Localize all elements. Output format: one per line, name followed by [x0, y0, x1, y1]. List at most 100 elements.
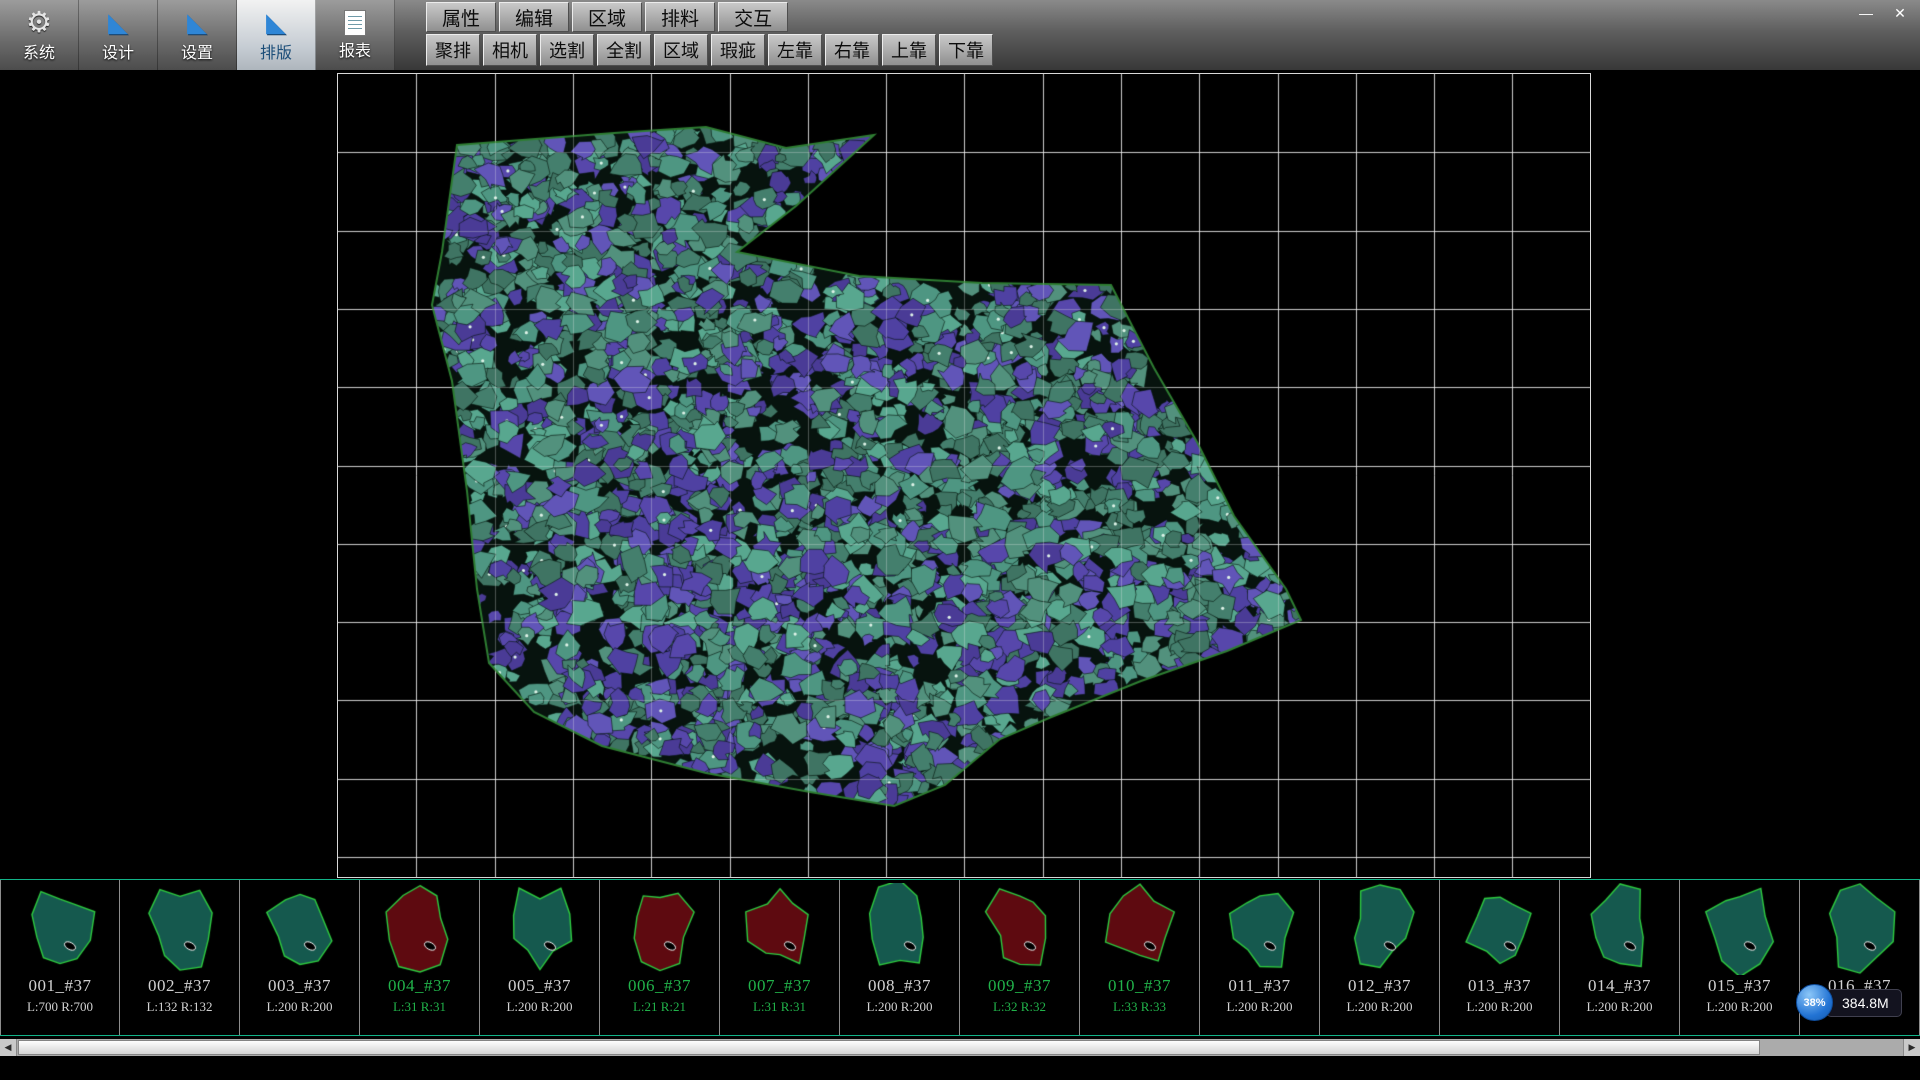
piece-name: 015_#37 — [1708, 976, 1771, 996]
tool-button-1[interactable]: 相机 — [483, 34, 537, 66]
piece-thumbnail — [1442, 883, 1558, 975]
piece-thumbnail — [1202, 883, 1318, 975]
piece-counts: L:33 R:33 — [1113, 999, 1166, 1015]
piece-counts: L:200 R:200 — [1706, 999, 1772, 1015]
piece-cell-7[interactable]: 008_#37 L:200 R:200 — [840, 880, 960, 1035]
piece-cell-11[interactable]: 012_#37 L:200 R:200 — [1320, 880, 1440, 1035]
piece-thumbnail — [1082, 883, 1198, 975]
piece-name: 013_#37 — [1468, 976, 1531, 996]
piece-name: 010_#37 — [1108, 976, 1171, 996]
piece-name: 004_#37 — [388, 976, 451, 996]
piece-strip: 001_#37 L:700 R:700 002_#37 L:132 R:132 … — [0, 879, 1920, 1036]
piece-cell-12[interactable]: 013_#37 L:200 R:200 — [1440, 880, 1560, 1035]
piece-counts: L:200 R:200 — [506, 999, 572, 1015]
minimize-button[interactable]: — — [1851, 2, 1881, 24]
menu-tab-4[interactable]: 交互 — [718, 2, 788, 32]
tool-button-5[interactable]: 瑕疵 — [711, 34, 765, 66]
piece-thumbnail — [962, 883, 1078, 975]
status-badge: 38% 384.8M — [1796, 984, 1902, 1021]
tool-button-4[interactable]: 区域 — [654, 34, 708, 66]
usage-percent-badge: 38% — [1796, 984, 1833, 1021]
tool-button-row: 聚排相机选割全割区域瑕疵左靠右靠上靠下靠 — [426, 34, 993, 66]
piece-thumbnail — [1682, 883, 1798, 975]
piece-thumbnail — [722, 883, 838, 975]
horizontal-scrollbar[interactable]: ◀ ▶ — [0, 1039, 1920, 1056]
piece-thumbnail — [842, 883, 958, 975]
layout-icon — [260, 8, 292, 38]
piece-name: 005_#37 — [508, 976, 571, 996]
piece-counts: L:200 R:200 — [1346, 999, 1412, 1015]
piece-thumbnail — [482, 883, 598, 975]
menu-tab-0[interactable]: 属性 — [426, 2, 496, 32]
piece-cell-6[interactable]: 007_#37 L:31 R:31 — [720, 880, 840, 1035]
piece-counts: L:31 R:31 — [393, 999, 446, 1015]
piece-thumbnail — [1802, 883, 1918, 975]
piece-name: 001_#37 — [29, 976, 92, 996]
piece-counts: L:200 R:200 — [866, 999, 932, 1015]
close-button[interactable]: ✕ — [1885, 2, 1915, 24]
piece-name: 006_#37 — [628, 976, 691, 996]
menu-tab-1[interactable]: 编辑 — [499, 2, 569, 32]
piece-cell-13[interactable]: 014_#37 L:200 R:200 — [1560, 880, 1680, 1035]
menu-tab-3[interactable]: 排料 — [645, 2, 715, 32]
piece-counts: L:32 R:32 — [993, 999, 1046, 1015]
tool-button-0[interactable]: 聚排 — [426, 34, 480, 66]
menu-tab-2[interactable]: 区域 — [572, 2, 642, 32]
tool-button-6[interactable]: 左靠 — [768, 34, 822, 66]
piece-cell-0[interactable]: 001_#37 L:700 R:700 — [0, 880, 120, 1035]
nesting-canvas[interactable] — [338, 74, 1590, 877]
menu-area: 属性编辑区域排料交互 聚排相机选割全割区域瑕疵左靠右靠上靠下靠 — [426, 0, 993, 66]
tool-button-3[interactable]: 全割 — [597, 34, 651, 66]
settings-icon — [181, 8, 213, 38]
memory-usage-badge: 384.8M — [1826, 989, 1902, 1017]
piece-name: 012_#37 — [1348, 976, 1411, 996]
tool-button-8[interactable]: 上靠 — [882, 34, 936, 66]
piece-cell-1[interactable]: 002_#37 L:132 R:132 — [120, 880, 240, 1035]
scrollbar-thumb[interactable] — [18, 1040, 1760, 1055]
piece-cell-9[interactable]: 010_#37 L:33 R:33 — [1080, 880, 1200, 1035]
piece-counts: L:700 R:700 — [27, 999, 93, 1015]
piece-counts: L:21 R:21 — [633, 999, 686, 1015]
tool-button-2[interactable]: 选割 — [540, 34, 594, 66]
piece-counts: L:200 R:200 — [1466, 999, 1532, 1015]
piece-thumbnail — [1562, 883, 1678, 975]
piece-name: 009_#37 — [988, 976, 1051, 996]
piece-name: 002_#37 — [148, 976, 211, 996]
piece-counts: L:31 R:31 — [753, 999, 806, 1015]
menu-tab-row: 属性编辑区域排料交互 — [426, 2, 993, 32]
scroll-right-arrow-icon[interactable]: ▶ — [1903, 1039, 1920, 1056]
app-window: 系统 设计 设置 排版 报表 属性编辑区域排料交互 聚排相机选割全割区域瑕疵左靠… — [0, 0, 1920, 1080]
app-button-3[interactable]: 排版 — [237, 0, 316, 70]
piece-counts: L:132 R:132 — [146, 999, 212, 1015]
tool-button-7[interactable]: 右靠 — [825, 34, 879, 66]
piece-thumbnail — [362, 883, 478, 975]
piece-cell-8[interactable]: 009_#37 L:32 R:32 — [960, 880, 1080, 1035]
design-icon — [102, 8, 134, 38]
app-button-4[interactable]: 报表 — [316, 0, 395, 70]
report-icon — [344, 10, 366, 36]
app-button-1[interactable]: 设计 — [79, 0, 158, 70]
piece-cell-5[interactable]: 006_#37 L:21 R:21 — [600, 880, 720, 1035]
piece-cell-4[interactable]: 005_#37 L:200 R:200 — [480, 880, 600, 1035]
piece-cell-3[interactable]: 004_#37 L:31 R:31 — [360, 880, 480, 1035]
nesting-viewport[interactable] — [337, 73, 1591, 878]
scroll-left-arrow-icon[interactable]: ◀ — [0, 1039, 17, 1056]
piece-name: 008_#37 — [868, 976, 931, 996]
piece-cell-14[interactable]: 015_#37 L:200 R:200 — [1680, 880, 1800, 1035]
gear-icon — [23, 8, 55, 38]
window-controls: — ✕ — [1851, 2, 1915, 24]
piece-name: 011_#37 — [1228, 976, 1290, 996]
piece-thumbnail — [602, 883, 718, 975]
app-toolbar: 系统 设计 设置 排版 报表 — [0, 0, 395, 70]
piece-counts: L:200 R:200 — [1226, 999, 1292, 1015]
app-button-0[interactable]: 系统 — [0, 0, 79, 70]
piece-counts: L:200 R:200 — [266, 999, 332, 1015]
ribbon: 系统 设计 设置 排版 报表 属性编辑区域排料交互 聚排相机选割全割区域瑕疵左靠… — [0, 0, 1920, 70]
tool-button-9[interactable]: 下靠 — [939, 34, 993, 66]
app-button-2[interactable]: 设置 — [158, 0, 237, 70]
piece-cell-10[interactable]: 011_#37 L:200 R:200 — [1200, 880, 1320, 1035]
piece-thumbnail — [122, 883, 238, 975]
piece-name: 003_#37 — [268, 976, 331, 996]
piece-cell-2[interactable]: 003_#37 L:200 R:200 — [240, 880, 360, 1035]
piece-counts: L:200 R:200 — [1586, 999, 1652, 1015]
